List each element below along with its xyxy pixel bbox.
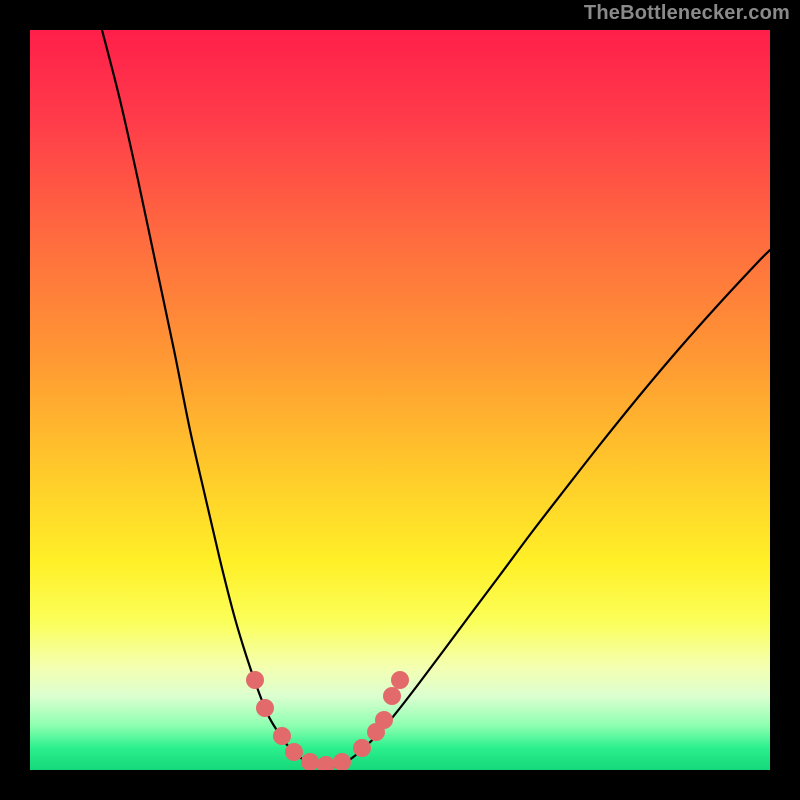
chart-stage: TheBottlenecker.com	[0, 0, 800, 800]
marker-bead	[353, 739, 371, 757]
bottleneck-plot-svg	[30, 30, 770, 770]
marker-bead	[285, 743, 303, 761]
plot-outer-frame	[30, 30, 770, 770]
marker-bead	[256, 699, 274, 717]
watermark-text: TheBottlenecker.com	[584, 2, 790, 25]
plot-background	[30, 30, 770, 770]
marker-bead	[246, 671, 264, 689]
marker-bead	[383, 687, 401, 705]
marker-bead	[273, 727, 291, 745]
marker-bead	[375, 711, 393, 729]
marker-bead	[391, 671, 409, 689]
